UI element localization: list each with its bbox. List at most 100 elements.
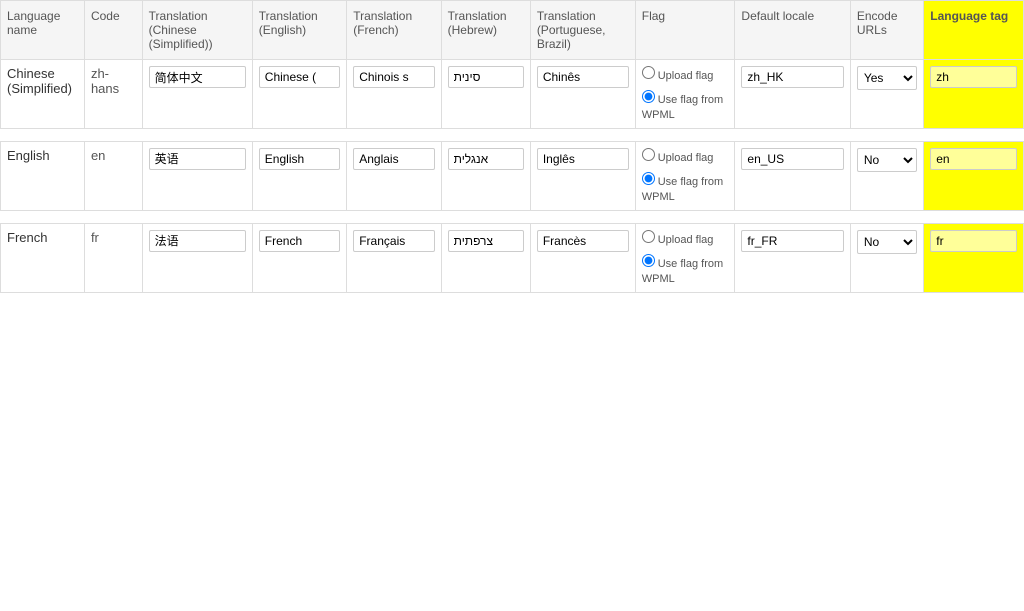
trans-french-cell[interactable] xyxy=(347,223,441,292)
spacer-cell xyxy=(850,128,923,141)
languages-table: Language name Code Translation (Chinese … xyxy=(0,0,1024,293)
header-code: Code xyxy=(84,1,142,60)
trans-pt-cell[interactable] xyxy=(530,223,635,292)
spacer-cell xyxy=(635,128,735,141)
header-flag: Flag xyxy=(635,1,735,60)
header-trans-pt: Translation (Portuguese, Brazil) xyxy=(530,1,635,60)
default-locale-input[interactable] xyxy=(741,66,843,88)
trans-french-input[interactable] xyxy=(353,230,434,252)
trans-hebrew-cell[interactable] xyxy=(441,141,530,210)
table-row: FrenchfrUpload flagUse flag from WPMLYes… xyxy=(1,223,1024,292)
spacer-cell xyxy=(735,128,850,141)
trans-chinese-input[interactable] xyxy=(149,148,246,170)
header-encode-urls: Encode URLs xyxy=(850,1,923,60)
upload-flag-label: Upload flag xyxy=(658,70,714,82)
row-spacer xyxy=(1,128,1024,141)
trans-english-input[interactable] xyxy=(259,230,340,252)
default-locale-cell[interactable] xyxy=(735,60,850,129)
use-flag-wpml-radio[interactable] xyxy=(642,254,655,267)
header-trans-chinese: Translation (Chinese (Simplified)) xyxy=(142,1,252,60)
spacer-cell xyxy=(635,210,735,223)
spacer-cell xyxy=(530,210,635,223)
spacer-cell xyxy=(1,128,85,141)
spacer-cell xyxy=(142,210,252,223)
spacer-cell xyxy=(924,210,1024,223)
trans-pt-input[interactable] xyxy=(537,66,629,88)
default-locale-input[interactable] xyxy=(741,148,843,170)
trans-chinese-cell[interactable] xyxy=(142,60,252,129)
upload-flag-option[interactable]: Upload flag xyxy=(642,230,729,248)
spacer-cell xyxy=(142,128,252,141)
trans-hebrew-input[interactable] xyxy=(448,66,524,88)
trans-chinese-cell[interactable] xyxy=(142,223,252,292)
encode-urls-select[interactable]: YesNo xyxy=(857,148,917,172)
upload-flag-radio[interactable] xyxy=(642,230,655,243)
encode-urls-select[interactable]: YesNo xyxy=(857,230,917,254)
default-locale-cell[interactable] xyxy=(735,223,850,292)
language-tag-cell[interactable] xyxy=(924,60,1024,129)
trans-english-cell[interactable] xyxy=(252,141,346,210)
language-tag-input[interactable] xyxy=(930,66,1017,88)
upload-flag-option[interactable]: Upload flag xyxy=(642,148,729,166)
spacer-cell xyxy=(441,210,530,223)
language-tag-input[interactable] xyxy=(930,230,1017,252)
default-locale-input[interactable] xyxy=(741,230,843,252)
trans-pt-input[interactable] xyxy=(537,230,629,252)
trans-french-input[interactable] xyxy=(353,66,434,88)
spacer-cell xyxy=(252,210,346,223)
trans-english-cell[interactable] xyxy=(252,223,346,292)
trans-pt-cell[interactable] xyxy=(530,141,635,210)
flag-cell: Upload flag Use flag from WPML xyxy=(635,141,735,210)
flag-cell: Upload flag Use flag from WPML xyxy=(635,223,735,292)
spacer-cell xyxy=(441,128,530,141)
table-header-row: Language name Code Translation (Chinese … xyxy=(1,1,1024,60)
trans-hebrew-input[interactable] xyxy=(448,148,524,170)
language-tag-cell[interactable] xyxy=(924,223,1024,292)
encode-urls-cell[interactable]: YesNo xyxy=(850,60,923,129)
spacer-cell xyxy=(347,128,441,141)
use-flag-wpml-option[interactable]: Use flag from WPML xyxy=(642,254,729,286)
trans-french-input[interactable] xyxy=(353,148,434,170)
spacer-cell xyxy=(735,210,850,223)
upload-flag-label: Upload flag xyxy=(658,234,714,246)
table-row: EnglishenUpload flagUse flag from WPMLYe… xyxy=(1,141,1024,210)
use-flag-wpml-radio[interactable] xyxy=(642,90,655,103)
spacer-cell xyxy=(84,210,142,223)
use-flag-wpml-radio[interactable] xyxy=(642,172,655,185)
language-tag-cell[interactable] xyxy=(924,141,1024,210)
encode-urls-cell[interactable]: YesNo xyxy=(850,223,923,292)
trans-english-cell[interactable] xyxy=(252,60,346,129)
trans-french-cell[interactable] xyxy=(347,60,441,129)
row-spacer xyxy=(1,210,1024,223)
default-locale-cell[interactable] xyxy=(735,141,850,210)
trans-french-cell[interactable] xyxy=(347,141,441,210)
trans-hebrew-input[interactable] xyxy=(448,230,524,252)
upload-flag-radio[interactable] xyxy=(642,66,655,79)
header-trans-hebrew: Translation (Hebrew) xyxy=(441,1,530,60)
header-language-name: Language name xyxy=(1,1,85,60)
trans-hebrew-cell[interactable] xyxy=(441,60,530,129)
language-tag-input[interactable] xyxy=(930,148,1017,170)
use-flag-wpml-option[interactable]: Use flag from WPML xyxy=(642,90,729,122)
language-name-cell: English xyxy=(1,141,85,210)
languages-table-container: Language name Code Translation (Chinese … xyxy=(0,0,1024,293)
trans-english-input[interactable] xyxy=(259,66,340,88)
spacer-cell xyxy=(850,210,923,223)
trans-pt-input[interactable] xyxy=(537,148,629,170)
use-flag-wpml-option[interactable]: Use flag from WPML xyxy=(642,172,729,204)
trans-chinese-input[interactable] xyxy=(149,66,246,88)
trans-chinese-input[interactable] xyxy=(149,230,246,252)
upload-flag-radio[interactable] xyxy=(642,148,655,161)
encode-urls-cell[interactable]: YesNo xyxy=(850,141,923,210)
spacer-cell xyxy=(924,128,1024,141)
trans-pt-cell[interactable] xyxy=(530,60,635,129)
upload-flag-option[interactable]: Upload flag xyxy=(642,66,729,84)
trans-english-input[interactable] xyxy=(259,148,340,170)
encode-urls-select[interactable]: YesNo xyxy=(857,66,917,90)
spacer-cell xyxy=(252,128,346,141)
trans-hebrew-cell[interactable] xyxy=(441,223,530,292)
spacer-cell xyxy=(1,210,85,223)
table-row: Chinese (Simplified)zh-hansUpload flagUs… xyxy=(1,60,1024,129)
trans-chinese-cell[interactable] xyxy=(142,141,252,210)
language-name-cell: Chinese (Simplified) xyxy=(1,60,85,129)
